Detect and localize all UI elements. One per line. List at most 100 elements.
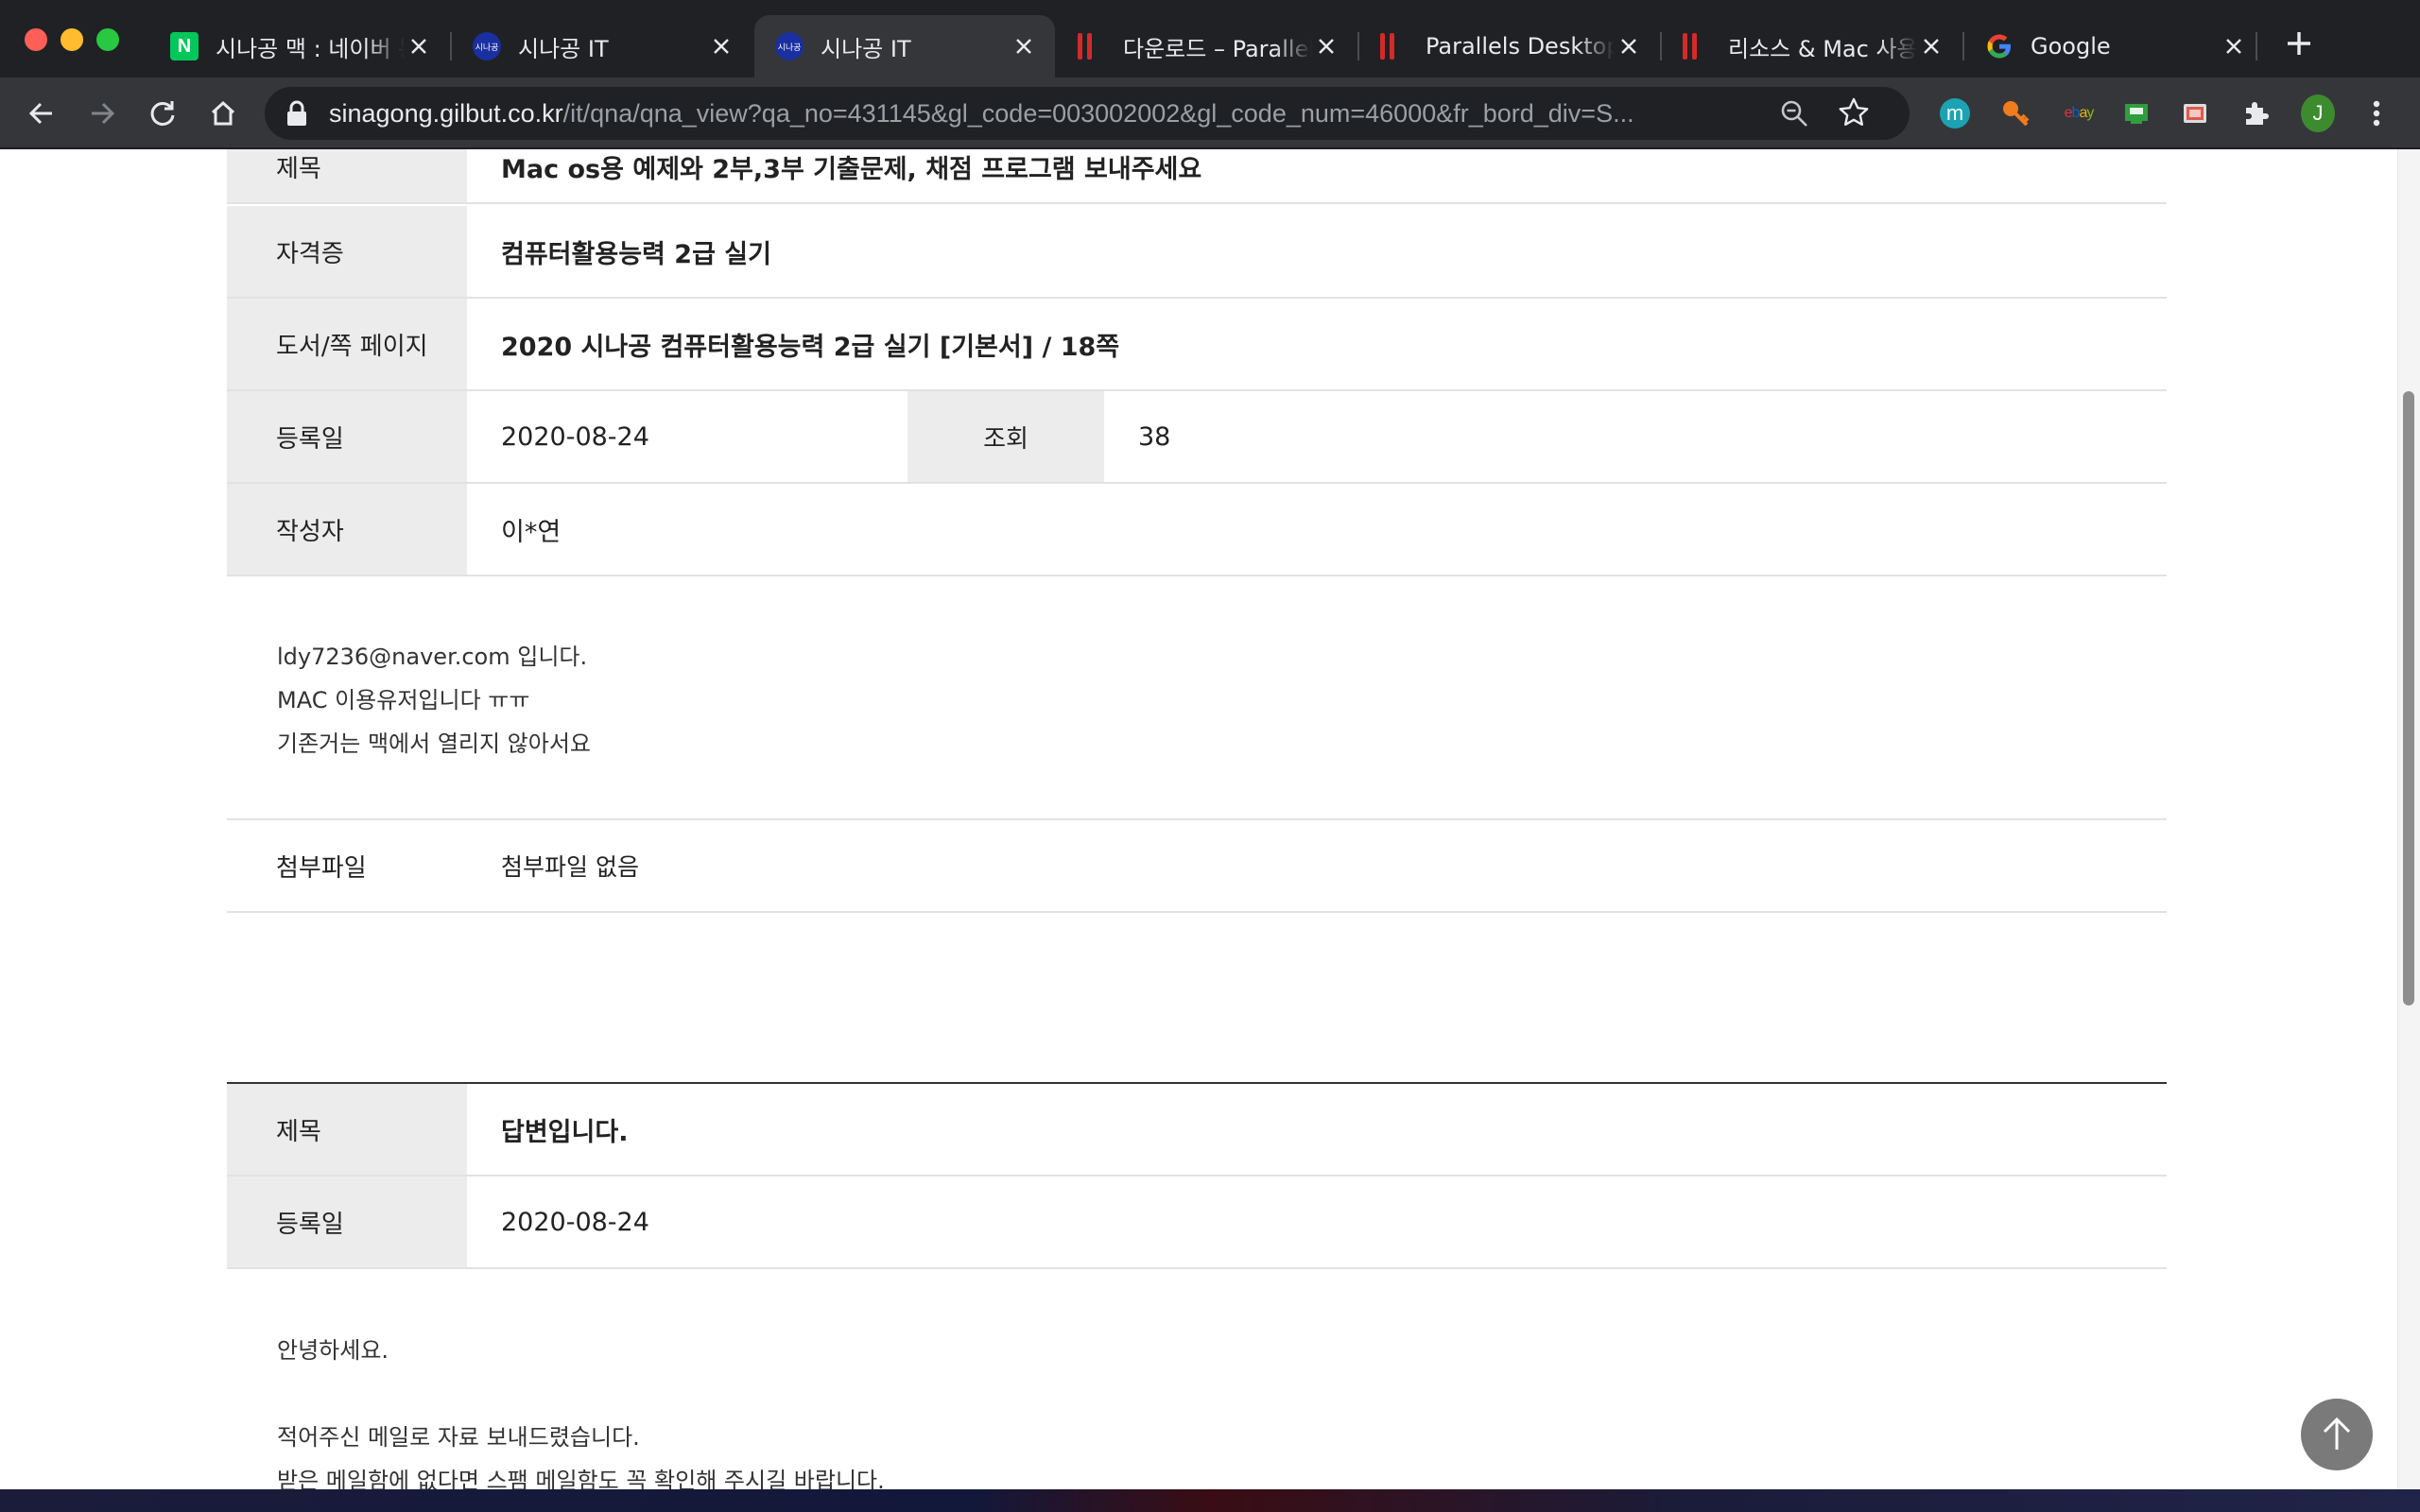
question-date: 2020-08-24 bbox=[501, 421, 649, 452]
scroll-to-top-button[interactable] bbox=[2301, 1399, 2373, 1470]
zoom-icon[interactable] bbox=[1779, 98, 1809, 129]
tab-title: 시나공 맥 : 네이버 통합검색 bbox=[216, 35, 405, 62]
url-domain: sinagong.gilbut.co.kr bbox=[329, 99, 563, 128]
reload-icon bbox=[150, 101, 175, 126]
answer-body-line: 적어주신 메일로 자료 보내드렸습니다. bbox=[277, 1424, 640, 1451]
cert-label: 자격증 bbox=[227, 206, 467, 297]
naver-icon: N bbox=[170, 32, 199, 60]
question-subject-row: 제목 Mac os용 예제와 2부,3부 기출문제, 채점 프로그램 보내주세요 bbox=[227, 149, 2167, 204]
book-info: 2020 시나공 컴퓨터활용능력 2급 실기 [기본서] / 18쪽 bbox=[501, 332, 1120, 362]
close-icon[interactable] bbox=[1615, 32, 1643, 60]
question-body-line: MAC 이용유저입니다 ㅠㅠ bbox=[277, 687, 530, 713]
tab-separator bbox=[2256, 32, 2257, 60]
answer-subject-row: 제목 답변입니다. bbox=[227, 1084, 2167, 1177]
page-viewport: 제목 Mac os용 예제와 2부,3부 기출문제, 채점 프로그램 보내주세요… bbox=[0, 149, 2420, 1489]
date-label: 등록일 bbox=[227, 391, 467, 482]
question-cert-row: 자격증 컴퓨터활용능력 2급 실기 bbox=[227, 206, 2167, 299]
back-button[interactable] bbox=[19, 91, 64, 136]
question-book-row: 도서/쪽 페이지 2020 시나공 컴퓨터활용능력 2급 실기 [기본서] / … bbox=[227, 299, 2167, 391]
tab-sinagong-1[interactable]: 시나공 시나공 IT bbox=[452, 15, 752, 77]
cast-extension-icon[interactable] bbox=[2178, 96, 2212, 130]
views-count: 38 bbox=[1138, 421, 1171, 452]
close-icon[interactable] bbox=[1917, 32, 1945, 60]
tab-parallels-download[interactable]: 다운로드 – Parallels bbox=[1057, 15, 1357, 77]
attachment-row: 첨부파일 첨부파일 없음 bbox=[227, 818, 2167, 913]
tab-title: 시나공 IT bbox=[518, 35, 609, 62]
answer-body: 안녕하세요. 적어주신 메일로 자료 보내드렸습니다. 받은 메일함에 없다면 … bbox=[277, 1329, 885, 1489]
tab-parallels-desktop[interactable]: Parallels Desktop bbox=[1359, 15, 1660, 77]
profile-avatar[interactable]: J bbox=[2301, 94, 2335, 132]
attach-label: 첨부파일 bbox=[227, 820, 467, 911]
parallels-icon bbox=[1078, 32, 1106, 60]
url-path: /it/qna/qna_view?qa_no=431145&gl_code=00… bbox=[562, 99, 1634, 128]
green-extension-icon[interactable] bbox=[2119, 96, 2153, 130]
question-body: ldy7236@naver.com 입니다. MAC 이용유저입니다 ㅠㅠ 기존… bbox=[277, 635, 591, 765]
views-label: 조회 bbox=[908, 391, 1104, 482]
arrow-up-icon bbox=[2323, 1417, 2351, 1450]
key-extension-icon[interactable] bbox=[1998, 96, 2032, 130]
subject-label: 제목 bbox=[227, 149, 467, 202]
tab-title: Parallels Desktop bbox=[1426, 33, 1615, 60]
close-icon[interactable] bbox=[405, 32, 433, 60]
parallels-icon bbox=[1380, 32, 1409, 60]
tab-title: 다운로드 – Parallels bbox=[1123, 35, 1312, 62]
sinagong-icon: 시나공 bbox=[473, 32, 501, 60]
tab-title: 리소스 & Mac 사용 bbox=[1728, 35, 1917, 62]
tab-naver-search[interactable]: N 시나공 맥 : 네이버 통합검색 bbox=[149, 15, 450, 77]
answer-date: 2020-08-24 bbox=[501, 1207, 649, 1237]
puzzle-extension-icon[interactable] bbox=[2238, 96, 2273, 130]
cert-link[interactable]: 컴퓨터활용능력 2급 실기 bbox=[467, 206, 2167, 297]
menu-kebab-icon[interactable] bbox=[2360, 96, 2394, 130]
bookmark-star-icon[interactable] bbox=[1838, 96, 1870, 129]
answer-body-line: 안녕하세요. bbox=[277, 1337, 389, 1364]
sinagong-icon: 시나공 bbox=[775, 32, 804, 60]
question-body-line: ldy7236@naver.com 입니다. bbox=[277, 644, 588, 670]
google-icon bbox=[1985, 32, 2014, 60]
tab-title: Google bbox=[2031, 33, 2111, 60]
ebay-extension-icon[interactable]: ebay bbox=[2057, 96, 2100, 130]
arrow-left-icon bbox=[28, 102, 52, 125]
lock-icon[interactable] bbox=[285, 100, 308, 127]
close-icon[interactable] bbox=[1312, 32, 1340, 60]
url-text[interactable]: sinagong.gilbut.co.kr/it/qna/qna_view?qa… bbox=[329, 87, 1728, 140]
tab-google[interactable]: Google bbox=[1964, 15, 2265, 77]
reload-button[interactable] bbox=[140, 91, 185, 136]
m-extension-icon[interactable]: m bbox=[1938, 96, 1972, 130]
subject-label: 제목 bbox=[227, 1084, 467, 1175]
browser-toolbar: sinagong.gilbut.co.kr/it/qna/qna_view?qa… bbox=[0, 77, 2420, 149]
desktop-background bbox=[0, 1489, 2420, 1512]
address-bar[interactable]: sinagong.gilbut.co.kr/it/qna/qna_view?qa… bbox=[265, 87, 1910, 140]
scrollbar-track[interactable] bbox=[2397, 149, 2420, 1489]
answer-subject: 답변입니다. bbox=[501, 1117, 629, 1147]
plus-icon bbox=[2288, 32, 2310, 55]
arrow-right-icon bbox=[92, 102, 115, 125]
answer-date-row: 등록일 2020-08-24 bbox=[227, 1177, 2167, 1269]
close-icon[interactable] bbox=[1010, 32, 1038, 60]
book-label: 도서/쪽 페이지 bbox=[227, 299, 467, 389]
tab-title: 시나공 IT bbox=[821, 35, 911, 62]
close-icon[interactable] bbox=[2220, 32, 2248, 60]
forward-button[interactable] bbox=[79, 91, 125, 136]
question-author-row: 작성자 이*연 bbox=[227, 484, 2167, 576]
question-author: 이*연 bbox=[501, 517, 562, 547]
question-subject: Mac os용 예제와 2부,3부 기출문제, 채점 프로그램 보내주세요 bbox=[501, 154, 1202, 184]
new-tab-button[interactable] bbox=[2278, 23, 2320, 64]
question-date-row: 등록일 2020-08-24 조회 38 bbox=[227, 391, 2167, 484]
answer-body-line: 받은 메일함에 없다면 스팸 메일함도 꼭 확인해 주시길 바랍니다. bbox=[277, 1468, 885, 1489]
home-icon bbox=[211, 100, 235, 126]
attach-link[interactable]: 첨부파일 없음 bbox=[467, 820, 2167, 911]
author-label: 작성자 bbox=[227, 484, 467, 575]
question-body-line: 기존거는 맥에서 열리지 않아서요 bbox=[277, 730, 592, 757]
tab-sinagong-active[interactable]: 시나공 시나공 IT bbox=[754, 15, 1055, 77]
tab-strip: N 시나공 맥 : 네이버 통합검색 시나공 시나공 IT 시나공 시나공 IT… bbox=[0, 0, 2420, 77]
window-minimize-button[interactable] bbox=[60, 28, 83, 51]
close-icon[interactable] bbox=[707, 32, 735, 60]
date-label: 등록일 bbox=[227, 1177, 467, 1267]
parallels-icon bbox=[1683, 32, 1711, 60]
scrollbar-thumb[interactable] bbox=[2403, 391, 2414, 1005]
window-zoom-button[interactable] bbox=[96, 28, 119, 51]
window-close-button[interactable] bbox=[25, 28, 47, 51]
home-button[interactable] bbox=[200, 91, 246, 136]
tab-parallels-resources[interactable]: 리소스 & Mac 사용 bbox=[1662, 15, 1962, 77]
